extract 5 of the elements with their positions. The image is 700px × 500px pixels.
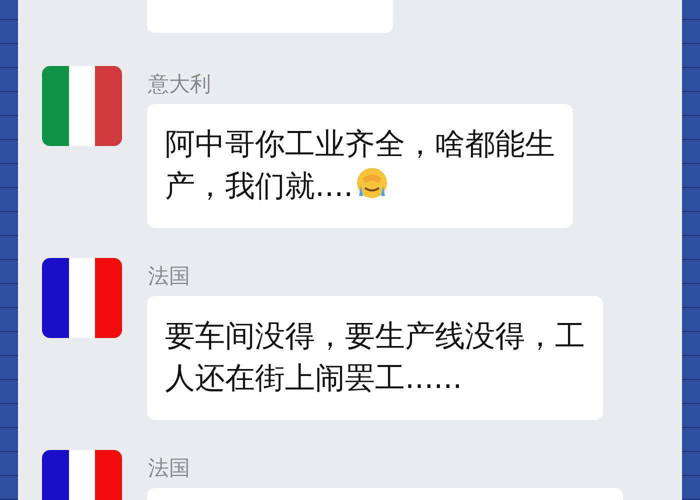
sender-name: 法国 [148,263,191,290]
message-bubble: 阿中哥你工业齐全，啥都能生 产，我们就.... [147,104,573,228]
sender-name: 法国 [148,455,191,482]
sender-name: 意大利 [148,71,212,98]
message-bubble: 要车间没得，要生产线没得，工 人还在街上闹罢工...... [147,296,603,420]
